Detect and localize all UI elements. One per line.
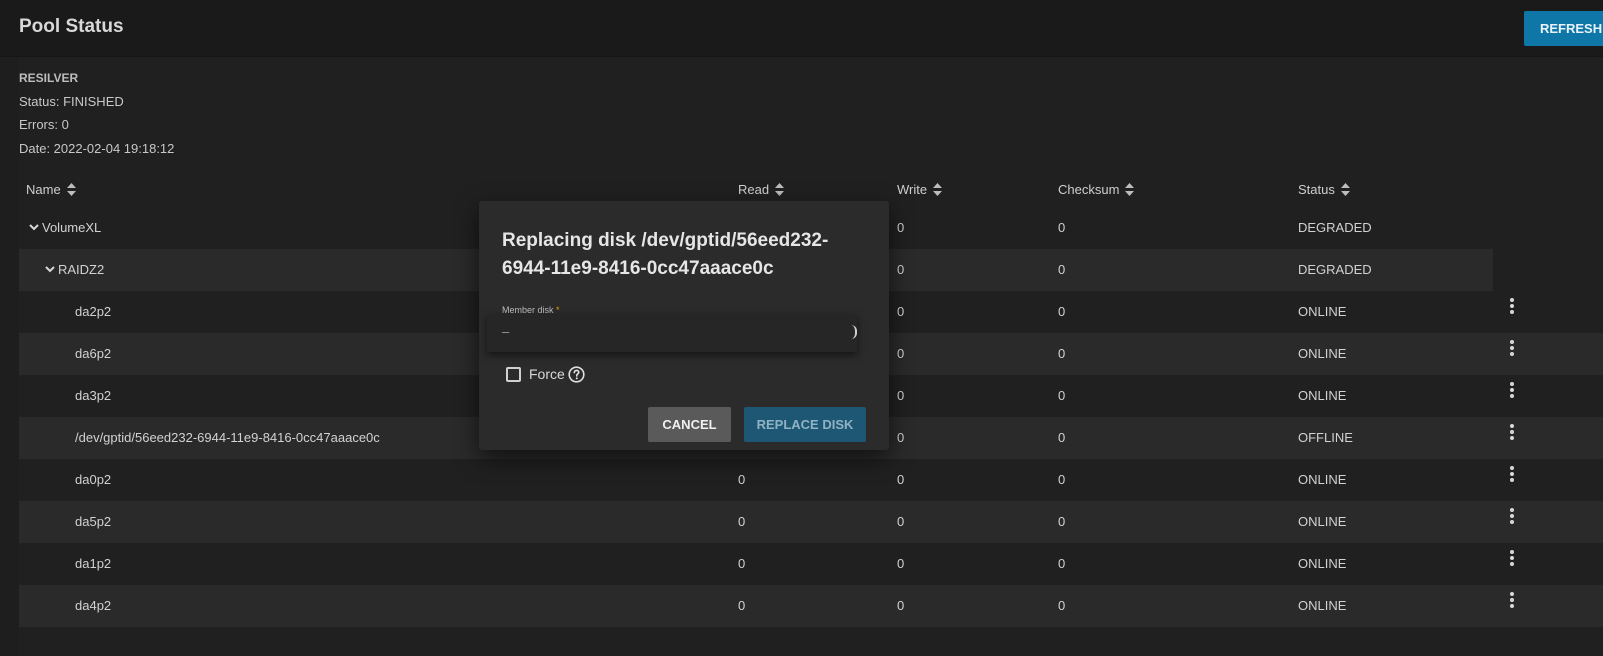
table-row[interactable]: da0p2 0 0 0 ONLINE [19,459,1603,501]
row-status: ONLINE [1298,514,1347,529]
row-checksum: 0 [1058,304,1066,319]
column-header-label: Write [897,182,928,197]
row-checksum: 0 [1058,598,1066,613]
row-name: da4p2 [75,598,112,613]
row-status: ONLINE [1298,388,1347,403]
row-read: 0 [738,514,746,529]
more-vert-icon[interactable] [1509,466,1515,484]
force-checkbox[interactable] [506,367,521,382]
replace-disk-button[interactable]: REPLACE DISK [744,407,866,442]
row-write: 0 [897,304,905,319]
row-status: OFFLINE [1298,430,1353,445]
page-header: Pool Status REFRESH [0,0,1603,57]
row-status: ONLINE [1298,472,1347,487]
row-checksum: 0 [1058,430,1066,445]
more-vert-icon[interactable] [1509,550,1515,568]
column-header-label: Read [738,182,770,197]
row-status: ONLINE [1298,556,1347,571]
row-checksum: 0 [1058,388,1066,403]
column-header-label: Name [26,182,61,197]
more-vert-icon[interactable] [1509,340,1515,358]
sort-icon [1340,183,1350,196]
row-checksum: 0 [1058,346,1066,361]
row-write: 0 [897,598,905,613]
chevron-down-icon[interactable] [44,263,56,275]
row-checksum: 0 [1058,220,1066,235]
scan-errors: Errors: 0 [19,117,69,132]
row-write: 0 [897,346,905,361]
row-status: ONLINE [1298,346,1347,361]
row-checksum: 0 [1058,514,1066,529]
more-vert-icon[interactable] [1509,508,1515,526]
row-write: 0 [897,514,905,529]
sort-icon [775,183,785,196]
sort-icon [66,183,76,196]
sort-icon [933,183,943,196]
row-checksum: 0 [1058,472,1066,487]
row-write: 0 [897,388,905,403]
cancel-button[interactable]: CANCEL [648,407,731,442]
row-checksum: 0 [1058,556,1066,571]
column-header-label: Status [1298,182,1335,197]
scan-status: Status: FINISHED [19,93,124,109]
row-name: /dev/gptid/56eed232-6944-11e9-8416-0cc47… [75,430,380,445]
row-read: 0 [738,598,746,613]
row-read: 0 [738,556,746,571]
row-name: RAIDZ2 [58,262,105,277]
sort-icon [1125,183,1135,196]
column-header-label: Checksum [1058,182,1120,197]
row-write: 0 [897,262,905,277]
row-write: 0 [897,430,905,445]
member-disk-value: – [502,324,510,339]
table-row[interactable]: da1p2 0 0 0 ONLINE [19,543,1603,585]
table-row[interactable]: da4p2 0 0 0 ONLINE [19,585,1603,627]
row-name: da0p2 [75,472,112,487]
row-status: DEGRADED [1298,220,1372,235]
table-row[interactable]: da5p2 0 0 0 ONLINE [19,501,1603,543]
row-name: da5p2 [75,514,112,529]
scan-date: Date: 2022-02-04 19:18:12 [19,140,175,156]
row-name: VolumeXL [42,220,102,235]
row-name: da3p2 [75,388,112,403]
column-header-name[interactable]: Name [26,182,76,197]
row-status: ONLINE [1298,598,1347,613]
scan-info: RESILVER Status: FINISHED Errors: 0 Date… [19,70,174,164]
row-read: 0 [738,472,746,487]
column-header-read[interactable]: Read [738,182,785,197]
page-title: Pool Status [19,16,124,37]
row-status: DEGRADED [1298,262,1372,277]
more-vert-icon[interactable] [1509,298,1515,316]
row-name-cell: RAIDZ2 [44,249,104,291]
scan-heading: RESILVER [19,71,79,85]
row-name-cell: VolumeXL [28,207,101,249]
column-header-write[interactable]: Write [897,182,943,197]
replace-disk-dialog: Replacing disk /dev/gptid/56eed232-6944-… [479,201,889,450]
row-name: da1p2 [75,556,112,571]
row-write: 0 [897,556,905,571]
member-disk-select[interactable]: – [487,314,857,352]
row-write: 0 [897,472,905,487]
pool-status-page: Pool Status REFRESH RESILVER Status: FIN… [0,0,1603,656]
row-status: ONLINE [1298,304,1347,319]
more-vert-icon[interactable] [1509,424,1515,442]
refresh-button[interactable]: REFRESH [1524,11,1603,46]
column-header-checksum[interactable]: Checksum [1058,182,1135,197]
force-label: Force [529,366,565,382]
row-name: da2p2 [75,304,112,319]
row-write: 0 [897,220,905,235]
chevron-down-icon[interactable] [28,221,40,233]
column-header-status[interactable]: Status [1298,182,1350,197]
more-vert-icon[interactable] [1509,592,1515,610]
dialog-title: Replacing disk /dev/gptid/56eed232-6944-… [502,230,829,279]
row-checksum: 0 [1058,262,1066,277]
help-icon[interactable] [568,366,585,383]
row-name: da6p2 [75,346,112,361]
more-vert-icon[interactable] [1509,382,1515,400]
